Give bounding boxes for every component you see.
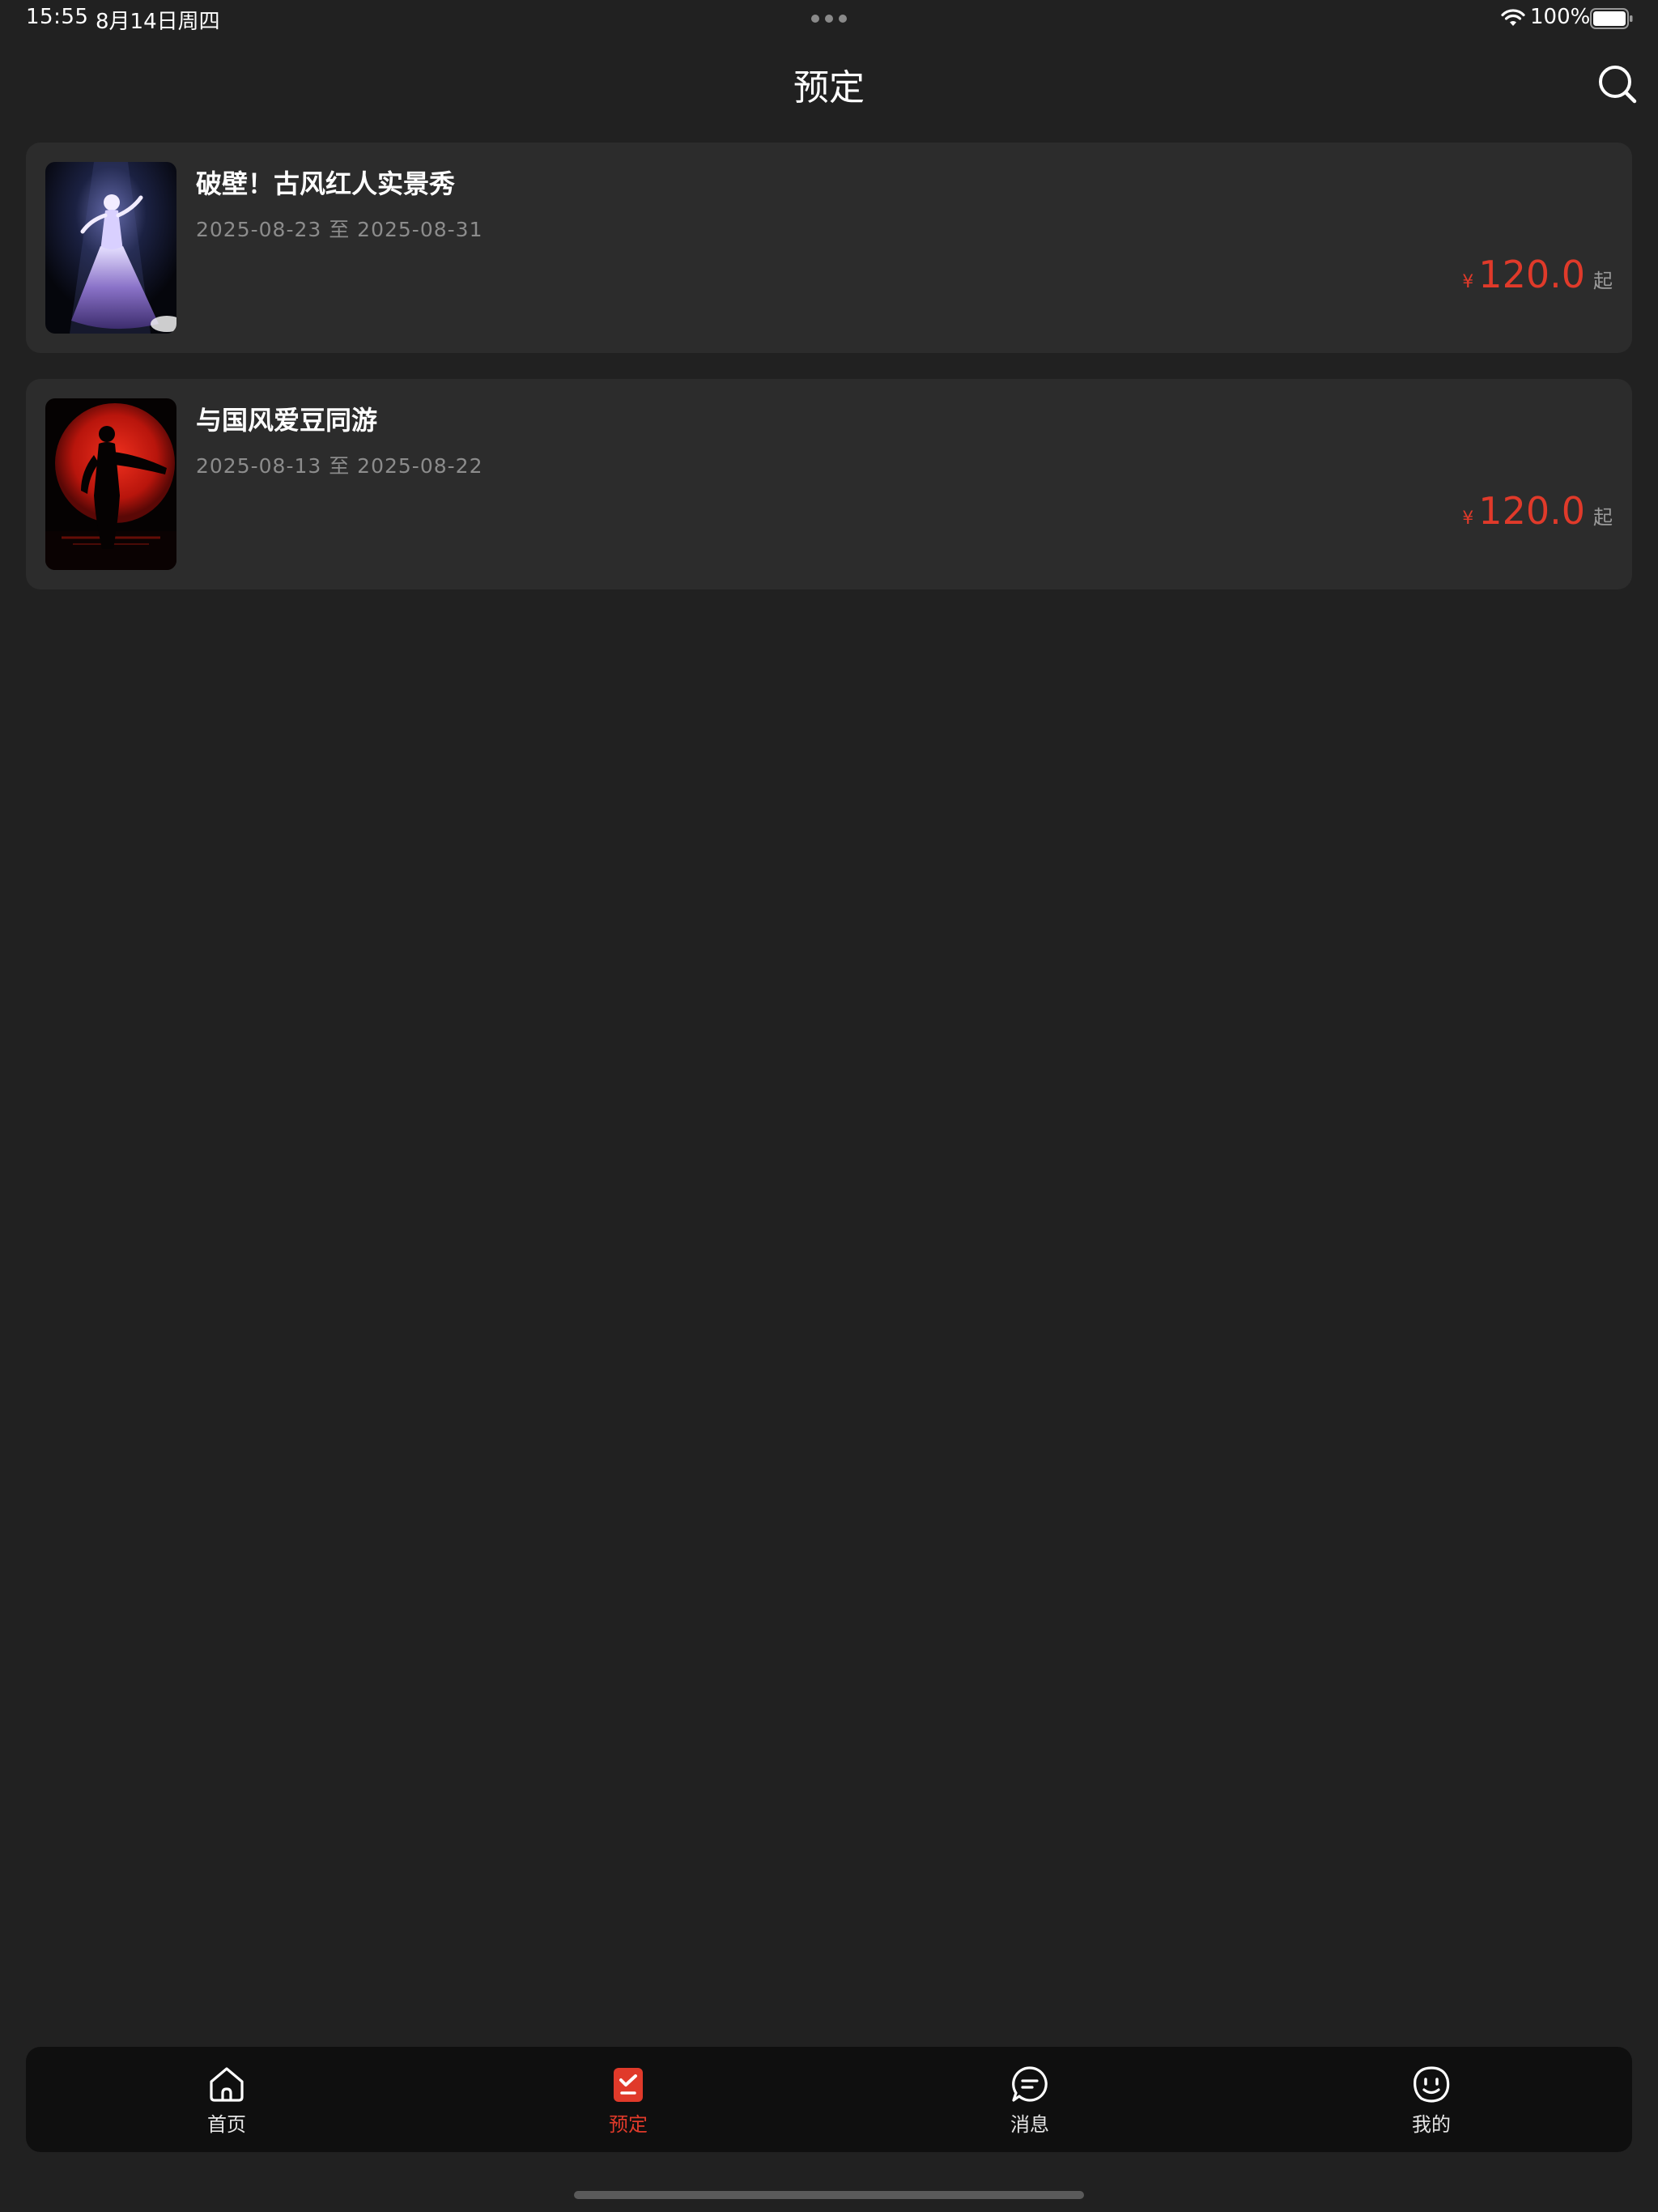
search-icon[interactable] <box>1596 63 1639 105</box>
page-title: 预定 <box>793 67 865 108</box>
event-dates: 2025-08-13 至 2025-08-22 <box>196 454 483 478</box>
price-value: 120.0 <box>1478 253 1585 296</box>
event-title: 破壁！古风红人实景秀 <box>196 168 456 199</box>
tab-bar: 首页 预定 消息 我的 <box>26 2047 1632 2152</box>
home-indicator[interactable] <box>574 2191 1084 2199</box>
event-dates: 2025-08-23 至 2025-08-31 <box>196 218 483 241</box>
status-time: 15:55 <box>26 5 89 29</box>
event-card[interactable]: 破壁！古风红人实景秀 2025-08-23 至 2025-08-31 ¥ 120… <box>26 143 1632 353</box>
profile-icon <box>1414 2066 1450 2103</box>
price-currency: ¥ <box>1462 272 1474 292</box>
tab-booking[interactable]: 预定 <box>563 2047 693 2152</box>
booking-icon <box>614 2068 643 2102</box>
event-card[interactable]: 与国风爱豆同游 2025-08-13 至 2025-08-22 ¥ 120.0 … <box>26 379 1632 589</box>
event-price: ¥ 120.0 起 <box>1462 253 1613 296</box>
home-icon <box>210 2067 244 2102</box>
event-list: 破壁！古风红人实景秀 2025-08-23 至 2025-08-31 ¥ 120… <box>26 143 1632 615</box>
event-title: 与国风爱豆同游 <box>196 405 378 436</box>
tab-messages[interactable]: 消息 <box>965 2047 1095 2152</box>
battery-icon <box>1590 8 1633 29</box>
tab-profile[interactable]: 我的 <box>1367 2047 1496 2152</box>
price-suffix: 起 <box>1593 506 1613 529</box>
tab-label: 消息 <box>1010 2113 1049 2136</box>
event-thumbnail <box>45 398 176 570</box>
status-date: 8月14日周四 <box>96 10 220 34</box>
battery-percent: 100% <box>1530 5 1591 29</box>
tab-label: 预定 <box>609 2113 648 2136</box>
wifi-icon <box>1501 9 1525 26</box>
event-thumbnail <box>45 162 176 334</box>
tab-label: 我的 <box>1412 2113 1451 2136</box>
price-value: 120.0 <box>1478 489 1585 533</box>
event-price: ¥ 120.0 起 <box>1462 489 1613 533</box>
price-suffix: 起 <box>1593 270 1613 292</box>
tab-label: 首页 <box>207 2113 246 2136</box>
status-bar: 15:55 8月14日周四 100% <box>0 0 1658 39</box>
price-currency: ¥ <box>1462 508 1474 529</box>
tab-home[interactable]: 首页 <box>162 2047 291 2152</box>
message-icon <box>1012 2066 1048 2102</box>
multitask-dots-icon[interactable] <box>811 15 847 23</box>
